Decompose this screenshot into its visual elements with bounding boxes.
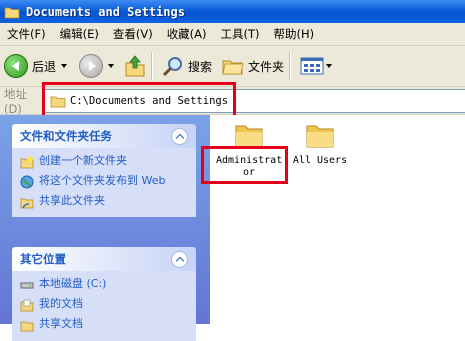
address-label: 地址(D) [4,86,27,116]
panel-title: 其它位置 [20,252,66,266]
folder-icon [306,125,334,148]
task-new-folder[interactable]: 创建一个新文件夹 [20,154,188,169]
folder-icon [4,7,20,18]
toolbar-separator [289,52,292,80]
panel-header[interactable]: 文件和文件夹任务 [12,124,196,148]
collapse-button[interactable] [171,127,188,145]
panel-body: 本地磁盘 (C:) 我的文档 共享文档 [12,271,196,341]
place-local-disk[interactable]: 本地磁盘 (C:) [20,277,188,292]
hard-drive-icon [20,282,34,289]
my-documents-icon [20,299,34,312]
forward-dropdown-icon[interactable] [108,64,115,68]
back-arrow-icon [4,54,28,78]
folder-up-icon [125,55,145,77]
place-shared-documents[interactable]: 共享文档 [20,317,188,332]
file-tasks-panel: 文件和文件夹任务 创建一个新文件夹 将这个文件夹发布到 Web 共享此文件夹 [12,124,196,217]
menu-favorites[interactable]: 收藏(A) [160,26,214,42]
views-button[interactable] [300,50,333,82]
chevron-up-icon [175,256,184,265]
task-label: 共享此文件夹 [39,194,105,207]
title-bar[interactable]: Documents and Settings [0,0,465,23]
collapse-button[interactable] [171,250,188,268]
new-folder-icon [20,156,34,169]
other-places-panel: 其它位置 本地磁盘 (C:) 我的文档 共享文档 [12,247,196,341]
forward-button[interactable] [79,50,115,82]
task-share-folder[interactable]: 共享此文件夹 [20,194,188,209]
panel-header[interactable]: 其它位置 [12,247,196,271]
panel-body: 创建一个新文件夹 将这个文件夹发布到 Web 共享此文件夹 [12,148,196,217]
back-button[interactable]: 后退 [4,50,68,82]
task-publish-web[interactable]: 将这个文件夹发布到 Web [20,174,188,189]
menu-help[interactable]: 帮助(H) [267,26,322,42]
folder-item-all-users[interactable]: All Users [290,121,350,167]
folders-button[interactable]: 文件夹 [222,50,284,82]
search-label: 搜索 [188,59,213,74]
folder-label: All Users [292,155,348,166]
menu-view[interactable]: 查看(V) [106,26,160,42]
up-button[interactable] [124,50,146,82]
task-label: 将这个文件夹发布到 Web [39,174,166,187]
chevron-up-icon [175,133,184,142]
highlight-box-administrator [201,146,288,184]
menu-tools[interactable]: 工具(T) [214,26,267,42]
place-my-documents[interactable]: 我的文档 [20,297,188,312]
views-icon [300,57,324,75]
toolbar: 后退 搜索 文件夹 [0,46,465,87]
panel-title: 文件和文件夹任务 [20,129,112,143]
place-label: 本地磁盘 (C:) [39,277,107,290]
globe-icon [20,175,34,189]
place-label: 我的文档 [39,297,83,310]
views-dropdown-icon[interactable] [326,64,333,68]
toolbar-separator [151,52,154,80]
menu-edit[interactable]: 编辑(E) [53,26,106,42]
task-label: 创建一个新文件夹 [39,154,127,167]
search-button[interactable]: 搜索 [162,50,212,82]
back-label: 后退 [32,59,57,74]
forward-arrow-icon [79,54,104,78]
menu-file[interactable]: 文件(F) [0,26,53,42]
folder-icon [235,125,263,148]
search-icon [162,57,183,77]
window-title: Documents and Settings [26,4,185,19]
share-folder-icon [20,198,34,209]
folders-label: 文件夹 [248,59,285,74]
task-pane: 文件和文件夹任务 创建一个新文件夹 将这个文件夹发布到 Web 共享此文件夹 其… [0,115,210,341]
menu-bar: 文件(F) 编辑(E) 查看(V) 收藏(A) 工具(T) 帮助(H) [0,23,465,46]
shared-documents-icon [20,321,34,332]
folders-icon [222,60,244,75]
back-dropdown-icon[interactable] [61,64,68,68]
